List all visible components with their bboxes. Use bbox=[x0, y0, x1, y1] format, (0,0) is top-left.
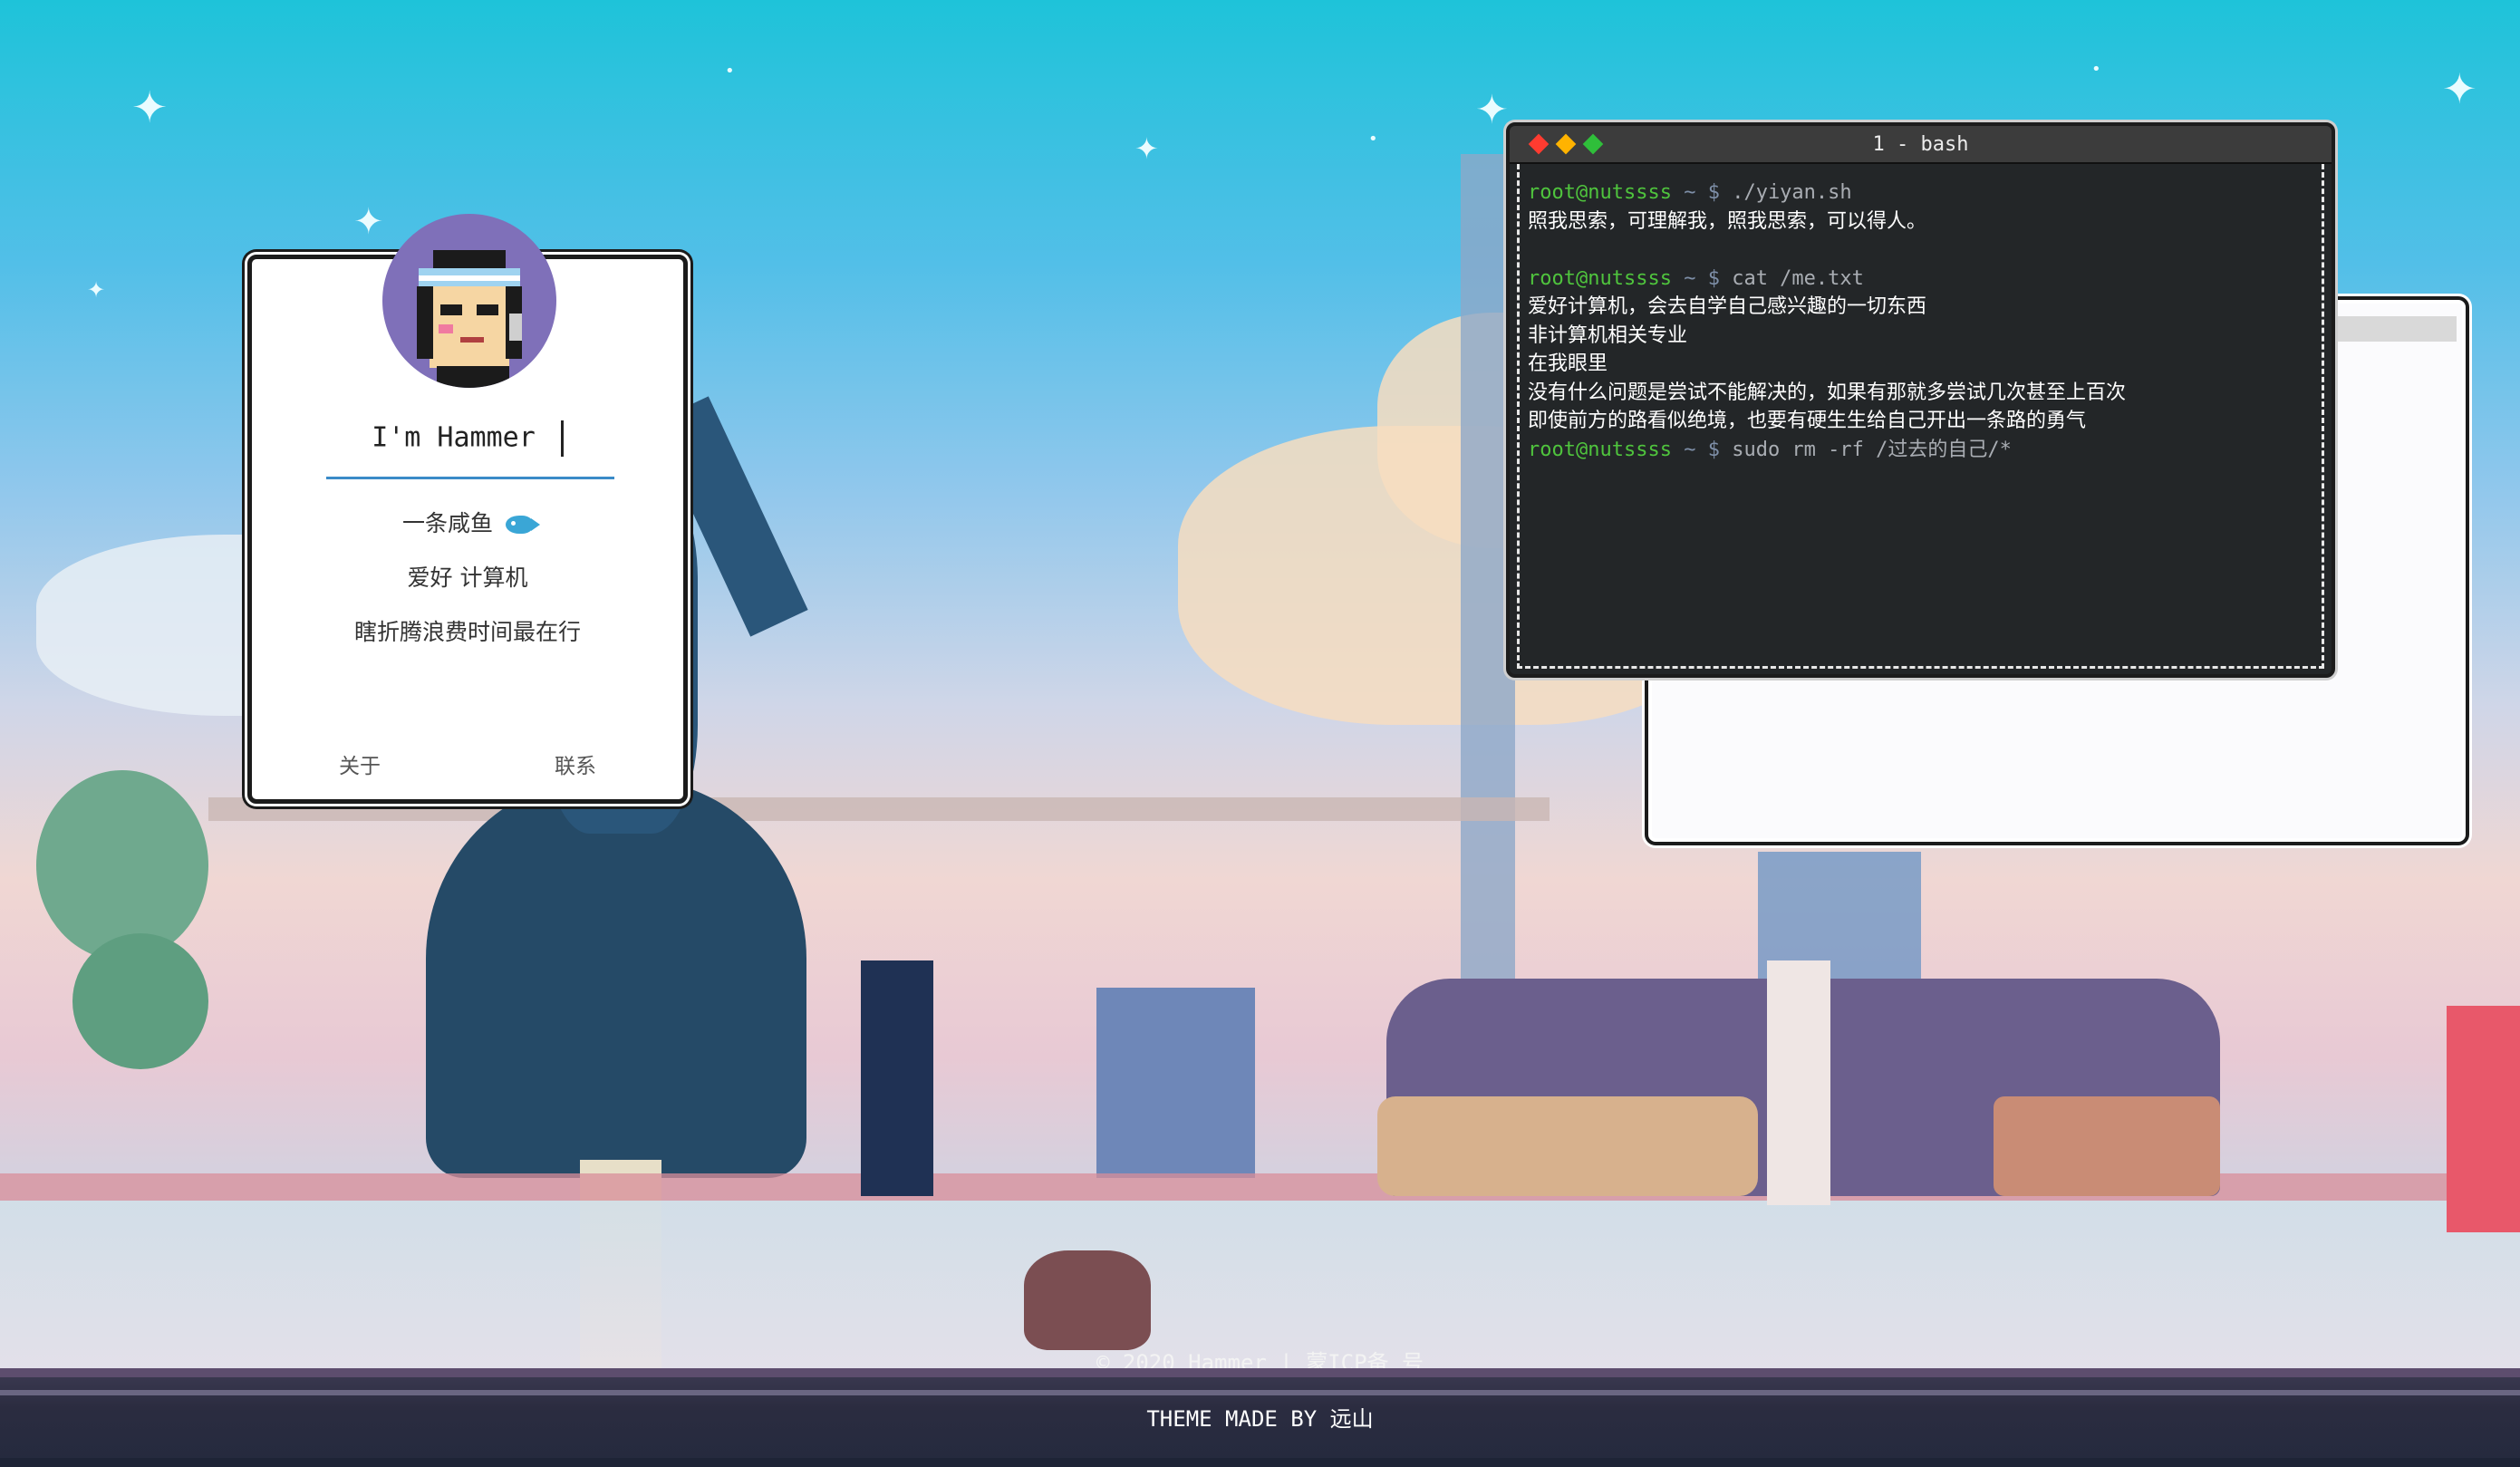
prompt-tilde: ~ bbox=[1684, 181, 1696, 204]
star-icon: ✦ bbox=[131, 82, 169, 133]
output-line: 没有什么问题是尝试不能解决的，如果有那就多尝试几次甚至上百次 bbox=[1528, 381, 2127, 404]
prompt-user: root@nutssss bbox=[1528, 181, 1672, 204]
prompt-tilde: ~ bbox=[1684, 266, 1696, 290]
output-line: 非计算机相关专业 bbox=[1528, 323, 1688, 347]
prompt-user: root@nutssss bbox=[1528, 266, 1672, 290]
window-toolbar bbox=[2333, 316, 2457, 342]
output-line: 即使前方的路看似绝境，也要有硬生生给自己开出一条路的勇气 bbox=[1528, 410, 2087, 432]
output-line: 爱好计算机，会去自学自己感兴趣的一切东西 bbox=[1528, 295, 1927, 318]
star-icon: • bbox=[1368, 130, 1378, 149]
vending-machine bbox=[2447, 1006, 2520, 1232]
terminal-output: root@nutssss ~ $ ./yiyan.sh 照我思索，可理解我，照我… bbox=[1528, 179, 2313, 464]
building bbox=[1096, 988, 1255, 1178]
command-text: sudo rm -rf /过去的自己/* bbox=[1732, 438, 2012, 461]
prompt-line[interactable]: root@nutssss ~ $ sudo rm -rf /过去的自己/* bbox=[1528, 436, 2313, 465]
profile-line-text: 一条咸鱼 bbox=[401, 510, 493, 536]
tree bbox=[36, 770, 208, 960]
girl-dress bbox=[426, 779, 806, 1178]
profile-name-row: I'm Hammer bbox=[252, 420, 683, 457]
avatar bbox=[382, 214, 556, 388]
name-underline bbox=[326, 477, 614, 479]
prompt-tilde: ~ bbox=[1684, 438, 1696, 461]
terminal-titlebar: 1 - bash bbox=[1510, 126, 2332, 164]
output-line: 照我思索，可理解我，照我思索，可以得人。 bbox=[1528, 209, 1927, 233]
star-icon: • bbox=[2091, 60, 2101, 79]
car-trunk bbox=[1994, 1096, 2220, 1196]
man bbox=[1767, 960, 1830, 1205]
tree bbox=[72, 933, 208, 1069]
car-hood bbox=[1377, 1096, 1758, 1196]
profile-line-3: 瞎折腾浪费时间最在行 bbox=[353, 619, 581, 645]
star-icon: ✦ bbox=[1475, 87, 1509, 133]
dog bbox=[1024, 1250, 1151, 1350]
prompt-dollar: $ bbox=[1707, 438, 1720, 461]
terminal-window: 1 - bash root@nutssss ~ $ ./yiyan.sh 照我思… bbox=[1506, 122, 2335, 678]
about-link[interactable]: 关于 bbox=[339, 748, 381, 779]
output-line: 在我眼里 bbox=[1528, 352, 1608, 375]
prompt-user: root@nutssss bbox=[1528, 438, 1672, 461]
theme-credit[interactable]: THEME MADE BY 远山 bbox=[0, 1401, 2520, 1433]
profile-line-2: 爱好 计算机 bbox=[407, 565, 528, 591]
profile-links: 关于 联系 bbox=[252, 748, 683, 779]
typing-caret bbox=[560, 420, 564, 457]
fish-icon bbox=[506, 516, 540, 534]
command-text: cat /me.txt bbox=[1732, 266, 1864, 290]
profile-line-1: 一条咸鱼 bbox=[252, 506, 683, 538]
prompt-dollar: $ bbox=[1707, 266, 1720, 290]
star-icon: ✦ bbox=[2442, 64, 2477, 113]
terminal-title: 1 - bash bbox=[1872, 133, 1969, 156]
contact-link[interactable]: 联系 bbox=[555, 748, 596, 779]
pixel-avatar-icon bbox=[417, 250, 522, 388]
star-icon: • bbox=[725, 62, 735, 81]
profile-name: I'm Hammer bbox=[372, 421, 536, 454]
prompt-dollar: $ bbox=[1707, 181, 1720, 204]
officer bbox=[861, 960, 933, 1196]
prompt-line: root@nutssss ~ $ ./yiyan.sh bbox=[1528, 179, 2313, 208]
command-text: ./yiyan.sh bbox=[1732, 181, 1852, 204]
star-icon: ✦ bbox=[353, 201, 384, 243]
star-icon: ✦ bbox=[87, 277, 106, 303]
star-icon: ✦ bbox=[1134, 131, 1159, 166]
prompt-line: root@nutssss ~ $ cat /me.txt bbox=[1528, 265, 2313, 294]
